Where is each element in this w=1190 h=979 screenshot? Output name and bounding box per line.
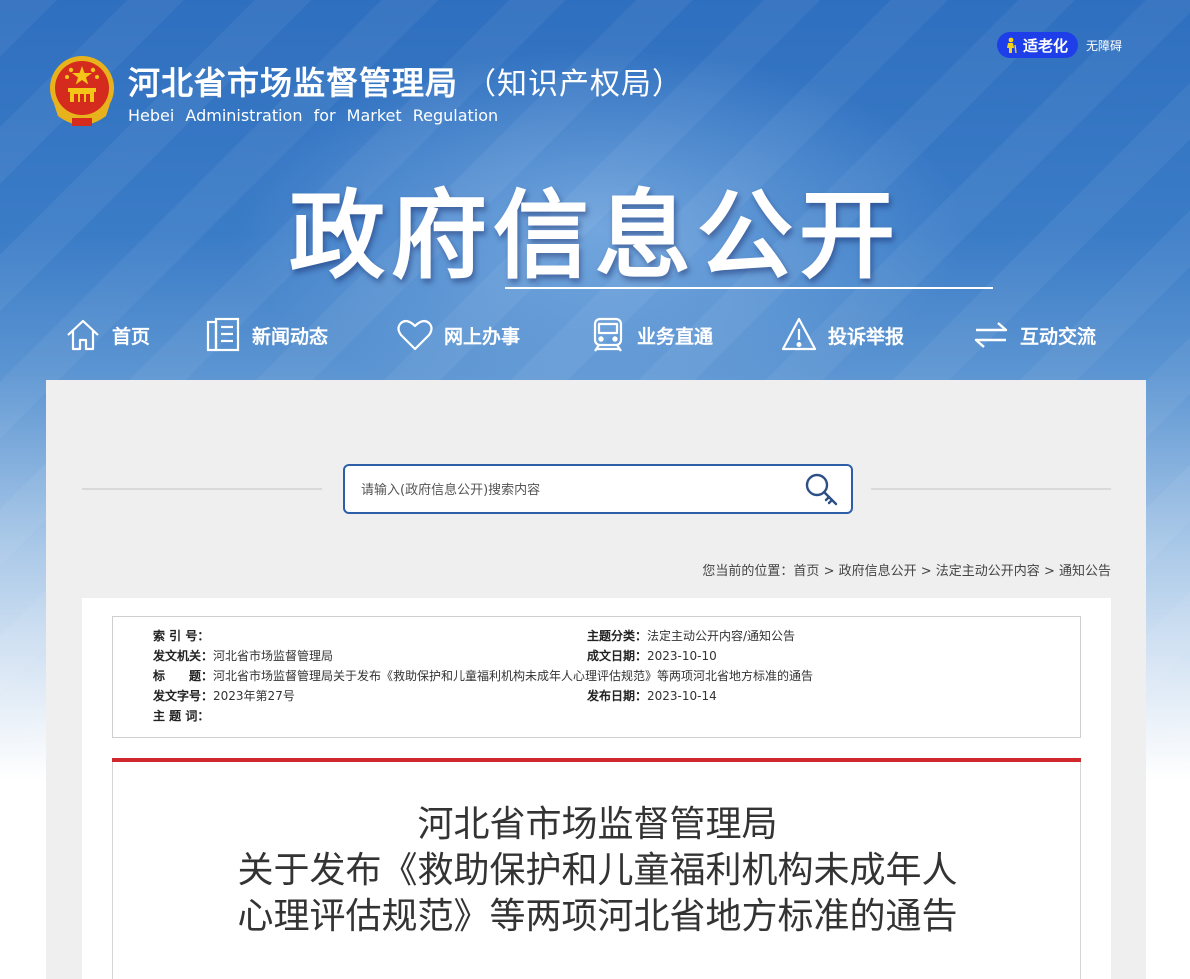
train-icon bbox=[593, 317, 623, 352]
article-sheet: 索 引 号： 主题分类：法定主动公开内容/通知公告 发文机关：河北省市场监督管理… bbox=[82, 598, 1111, 979]
nav-item-complaint[interactable]: 投诉举报 bbox=[780, 312, 904, 358]
title-underline bbox=[505, 287, 993, 289]
meta-docno-value: 2023年第27号 bbox=[213, 689, 295, 703]
exchange-icon bbox=[974, 322, 1008, 348]
document-body: 河北省市场监督管理局 关于发布《救助保护和儿童福利机构未成年人 心理评估规范》等… bbox=[112, 762, 1081, 979]
breadcrumb-separator: > bbox=[819, 564, 839, 579]
breadcrumb: 您当前的位置：首页 > 政府信息公开 > 法定主动公开内容 > 通知公告 bbox=[702, 560, 1111, 579]
meta-row: 主题分类：法定主动公开内容/通知公告 bbox=[587, 628, 795, 644]
meta-row: 成文日期：2023-10-10 bbox=[587, 648, 717, 664]
site-title[interactable]: 河北省市场监督管理局 （知识产权局） bbox=[128, 58, 683, 104]
nav-label: 网上办事 bbox=[444, 325, 521, 348]
main-nav: 首页 新闻动态 网上办事 业务直通 投诉举报 互动交流 bbox=[0, 312, 1190, 360]
meta-created-label: 成文日期： bbox=[587, 649, 648, 663]
meta-row: 发文机关：河北省市场监督管理局 bbox=[153, 648, 333, 664]
breadcrumb-item-gov-info[interactable]: 政府信息公开 bbox=[839, 564, 917, 579]
breadcrumb-separator: > bbox=[1039, 564, 1059, 579]
nav-label: 业务直通 bbox=[637, 325, 714, 348]
meta-row: 标 题：河北省市场监督管理局关于发布《救助保护和儿童福利机构未成年人心理评估规范… bbox=[153, 668, 813, 684]
document-title-line: 心理评估规范》等两项河北省地方标准的通告 bbox=[237, 896, 958, 937]
meta-published-value: 2023-10-14 bbox=[647, 689, 717, 703]
accessibility-tools: 适老化 无障碍 bbox=[997, 32, 1122, 58]
nav-item-home[interactable]: 首页 bbox=[64, 312, 150, 358]
meta-category-label: 主题分类： bbox=[587, 629, 648, 643]
national-emblem-icon bbox=[50, 56, 114, 126]
nav-item-online-service[interactable]: 网上办事 bbox=[396, 312, 520, 358]
meta-category-value: 法定主动公开内容/通知公告 bbox=[647, 629, 796, 643]
nav-item-news[interactable]: 新闻动态 bbox=[204, 312, 328, 358]
content-panel: 您当前的位置：首页 > 政府信息公开 > 法定主动公开内容 > 通知公告 索 引… bbox=[46, 380, 1146, 979]
document-metadata: 索 引 号： 主题分类：法定主动公开内容/通知公告 发文机关：河北省市场监督管理… bbox=[112, 616, 1081, 738]
nav-label: 首页 bbox=[112, 325, 151, 348]
elder-mode-label: 适老化 bbox=[1023, 36, 1069, 55]
org-name: 河北省市场监督管理局 bbox=[128, 64, 459, 102]
meta-row: 发布日期：2023-10-14 bbox=[587, 688, 717, 704]
meta-published-label: 发布日期： bbox=[587, 689, 648, 703]
divider bbox=[82, 488, 322, 490]
elder-person-icon bbox=[1007, 37, 1017, 53]
breadcrumb-item-statutory[interactable]: 法定主动公开内容 bbox=[936, 564, 1040, 579]
warning-icon bbox=[781, 317, 817, 351]
nav-item-interaction[interactable]: 互动交流 bbox=[972, 312, 1096, 358]
divider bbox=[871, 488, 1111, 490]
document-title-line: 关于发布《救助保护和儿童福利机构未成年人 bbox=[237, 850, 958, 891]
search-icon[interactable] bbox=[803, 472, 839, 508]
meta-docno-label: 发文字号： bbox=[153, 689, 214, 703]
news-icon bbox=[206, 317, 240, 352]
meta-title-label: 标 题： bbox=[153, 669, 214, 683]
org-subtitle: （知识产权局） bbox=[466, 67, 684, 102]
home-icon bbox=[67, 319, 99, 351]
nav-label: 互动交流 bbox=[1020, 325, 1097, 348]
meta-title-value: 河北省市场监督管理局关于发布《救助保护和儿童福利机构未成年人心理评估规范》等两项… bbox=[213, 669, 814, 683]
search-box bbox=[343, 464, 853, 514]
meta-row: 索 引 号： bbox=[153, 628, 209, 644]
meta-issuer-value: 河北省市场监督管理局 bbox=[213, 649, 334, 663]
org-english-name: Hebei Administration for Market Regulati… bbox=[128, 106, 499, 125]
meta-created-value: 2023-10-10 bbox=[647, 649, 717, 663]
page-title: 政府信息公开 bbox=[289, 180, 901, 292]
meta-keywords-label: 主 题 词： bbox=[153, 709, 210, 723]
nav-label: 新闻动态 bbox=[252, 325, 329, 348]
breadcrumb-item-notices[interactable]: 通知公告 bbox=[1059, 564, 1111, 579]
nav-item-business[interactable]: 业务直通 bbox=[589, 312, 713, 358]
meta-index-label: 索 引 号： bbox=[153, 629, 210, 643]
heart-icon bbox=[397, 319, 433, 351]
meta-issuer-label: 发文机关： bbox=[153, 649, 214, 663]
breadcrumb-separator: > bbox=[916, 564, 936, 579]
meta-row: 发文字号：2023年第27号 bbox=[153, 688, 295, 704]
document-title: 河北省市场监督管理局 关于发布《救助保护和儿童福利机构未成年人 心理评估规范》等… bbox=[113, 802, 1082, 940]
document-title-line: 河北省市场监督管理局 bbox=[417, 804, 778, 845]
nav-label: 投诉举报 bbox=[828, 325, 905, 348]
search-input[interactable] bbox=[359, 466, 783, 514]
meta-row: 主 题 词： bbox=[153, 708, 209, 724]
accessibility-link[interactable]: 无障碍 bbox=[1086, 37, 1122, 54]
elder-mode-button[interactable]: 适老化 bbox=[997, 32, 1079, 58]
breadcrumb-item-home[interactable]: 首页 bbox=[793, 564, 819, 579]
breadcrumb-prefix: 您当前的位置： bbox=[702, 564, 794, 579]
